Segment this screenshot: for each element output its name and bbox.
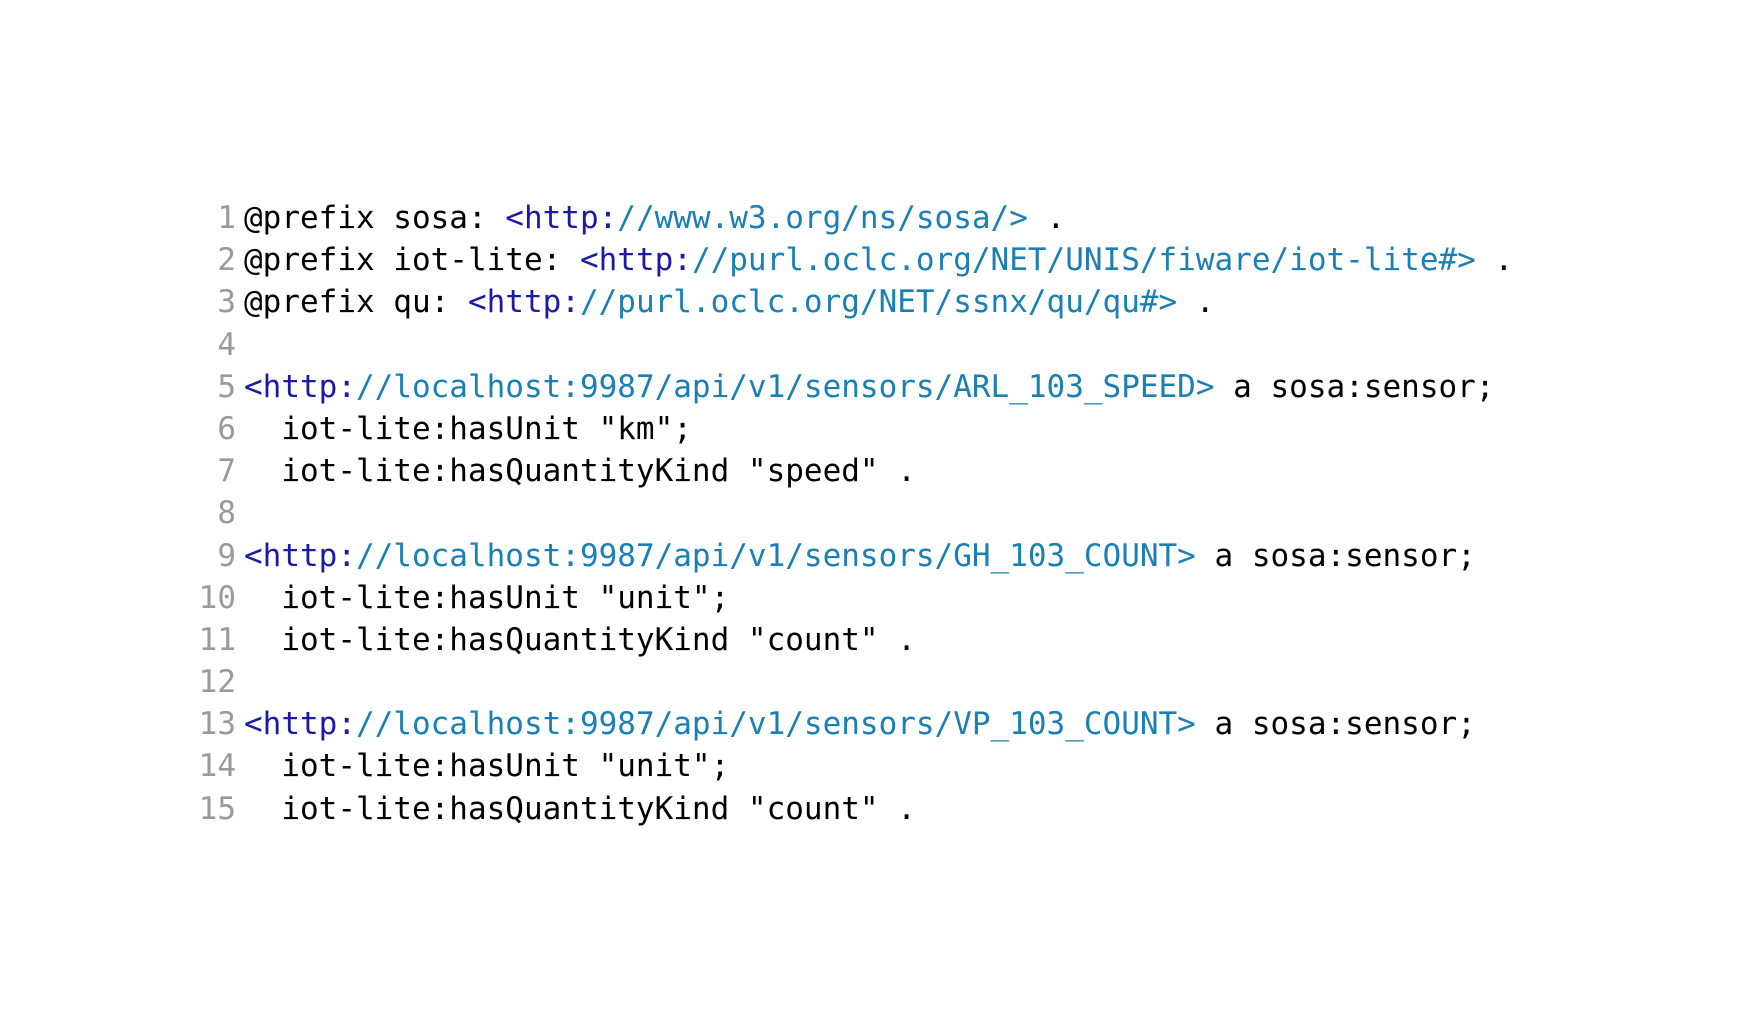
code-line: 1 @prefix sosa: <http://www.w3.org/ns/sos… — [186, 197, 1513, 239]
code-line: 5 <http://localhost:9987/api/v1/sensors/A… — [186, 366, 1513, 408]
line-content: <http://localhost:9987/api/v1/sensors/AR… — [244, 366, 1494, 408]
line-content: <http://localhost:9987/api/v1/sensors/VP… — [244, 703, 1476, 745]
code-line: 10 iot-lite:hasUnit "unit"; — [186, 577, 1513, 619]
code-token: a sosa:sensor; — [1195, 706, 1476, 743]
iri-token: <http: — [244, 706, 356, 743]
iri-token: //purl.oclc.org/NET/ssnx/qu/qu#> — [579, 284, 1178, 321]
line-content: @prefix qu: <http://purl.oclc.org/NET/ss… — [244, 281, 1215, 323]
code-token: . — [1177, 284, 1215, 321]
code-token: @prefix iot-lite: — [244, 242, 580, 279]
line-number: 4 — [217, 326, 236, 363]
iri-token: <http: — [579, 242, 692, 279]
line-number: 6 — [217, 410, 236, 447]
line-content: <http://localhost:9987/api/v1/sensors/GH… — [244, 535, 1476, 577]
code-token: iot-lite:hasUnit "unit"; — [244, 579, 730, 616]
code-listing: 1 @prefix sosa: <http://www.w3.org/ns/sos… — [186, 197, 1513, 830]
line-number: 8 — [217, 495, 236, 532]
line-number: 14 — [198, 748, 236, 785]
iri-token: <http: — [244, 368, 356, 405]
code-token: a sosa:sensor; — [1214, 368, 1495, 405]
iri-token: //www.w3.org/ns/sosa/> — [617, 200, 1028, 236]
iri-token: //localhost:9987/api/v1/sensors/GH_103_C… — [355, 537, 1196, 574]
code-token: iot-lite:hasUnit "km"; — [244, 410, 692, 447]
iri-token: <http: — [467, 284, 580, 321]
code-token: iot-lite:hasUnit "unit"; — [244, 748, 730, 785]
line-content: @prefix sosa: <http://www.w3.org/ns/sosa… — [244, 197, 1065, 239]
line-number: 1 — [217, 200, 236, 236]
code-token: iot-lite:hasQuantityKind "count" . — [244, 621, 916, 658]
code-token: @prefix qu: — [244, 284, 468, 321]
code-token: iot-lite:hasQuantityKind "speed" . — [244, 453, 916, 490]
code-line: 2 @prefix iot-lite: <http://purl.oclc.org… — [186, 239, 1513, 281]
code-token: iot-lite:hasQuantityKind "count" . — [244, 790, 916, 827]
code-line: 8 — [186, 492, 1513, 534]
code-line: 4 — [186, 324, 1513, 366]
code-line: 15 iot-lite:hasQuantityKind "count" . — [186, 788, 1513, 830]
code-token: . — [1027, 200, 1066, 236]
line-content: iot-lite:hasQuantityKind "speed" . — [244, 450, 916, 492]
line-number: 12 — [198, 664, 236, 701]
code-token: @prefix sosa: — [244, 200, 506, 236]
line-number: 7 — [217, 453, 236, 490]
code-line: 13 <http://localhost:9987/api/v1/sensors/… — [186, 703, 1513, 745]
code-line: 6 iot-lite:hasUnit "km"; — [186, 408, 1513, 450]
line-content: iot-lite:hasUnit "unit"; — [244, 577, 729, 619]
line-number: 10 — [198, 579, 236, 616]
line-content: iot-lite:hasUnit "unit"; — [244, 745, 729, 787]
iri-token: //localhost:9987/api/v1/sensors/VP_103_C… — [355, 706, 1196, 743]
line-number: 9 — [217, 537, 236, 574]
iri-token: //localhost:9987/api/v1/sensors/ARL_103_… — [355, 368, 1215, 405]
code-line: 9 <http://localhost:9987/api/v1/sensors/G… — [186, 535, 1513, 577]
code-token: . — [1475, 242, 1514, 279]
line-number: 11 — [198, 621, 236, 658]
line-content: @prefix iot-lite: <http://purl.oclc.org/… — [244, 239, 1513, 281]
line-content: iot-lite:hasUnit "km"; — [244, 408, 692, 450]
line-number: 2 — [217, 242, 236, 279]
line-number: 5 — [217, 368, 236, 405]
iri-token: //purl.oclc.org/NET/UNIS/fiware/iot-lite… — [691, 242, 1476, 279]
code-line: 12 — [186, 661, 1513, 703]
line-content: iot-lite:hasQuantityKind "count" . — [244, 619, 916, 661]
code-line: 3 @prefix qu: <http://purl.oclc.org/NET/s… — [186, 281, 1513, 323]
code-line: 11 iot-lite:hasQuantityKind "count" . — [186, 619, 1513, 661]
line-number: 15 — [198, 790, 236, 827]
iri-token: <http: — [505, 200, 618, 236]
code-line: 7 iot-lite:hasQuantityKind "speed" . — [186, 450, 1513, 492]
line-content: iot-lite:hasQuantityKind "count" . — [244, 788, 916, 830]
code-token: a sosa:sensor; — [1195, 537, 1476, 574]
code-line: 14 iot-lite:hasUnit "unit"; — [186, 745, 1513, 787]
line-number: 3 — [217, 284, 236, 321]
line-number: 13 — [198, 706, 236, 743]
iri-token: <http: — [244, 537, 356, 574]
